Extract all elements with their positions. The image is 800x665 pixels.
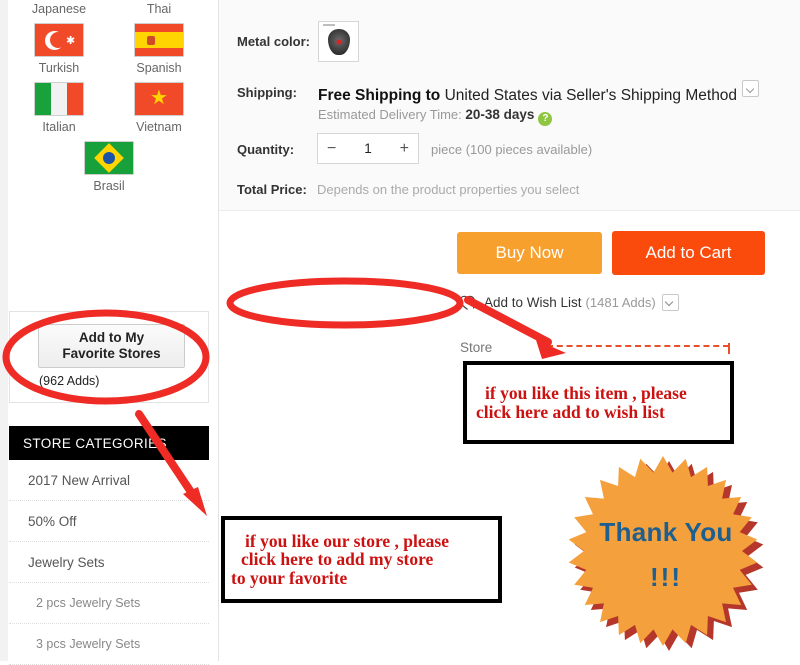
wish-list-chevron-down-icon[interactable] — [661, 294, 679, 311]
vietnam-flag-icon: ★ — [134, 82, 184, 116]
quantity-increase-button[interactable]: + — [400, 140, 409, 157]
store-note-line1: if you like our store , please — [245, 530, 450, 551]
store-categories-list: 2017 New Arrival 50% Off Jewelry Sets 2 … — [9, 460, 209, 665]
category-label: 2 pcs Jewelry Sets — [36, 596, 141, 610]
heart-plus-icon — [459, 295, 477, 310]
language-row-top-labels: Japanese Thai — [9, 0, 209, 19]
language-label: Brasil — [93, 179, 125, 193]
estimated-delivery-row: Estimated Delivery Time: 20-38 days? — [318, 107, 553, 126]
shipping-destination-text: United States via Seller's Shipping Meth… — [444, 87, 738, 104]
store-note-line3: to your favorite — [231, 567, 348, 588]
thank-you-line1: Thank You — [599, 517, 733, 547]
shipping-free-text: Free Shipping to — [318, 87, 441, 104]
store-categories-header: STORE CATEGORIES — [9, 426, 209, 460]
brasil-flag-icon — [84, 141, 134, 175]
thank-you-badge: Thank You !!! — [563, 456, 769, 654]
language-item-japanese[interactable]: Japanese — [9, 0, 109, 19]
gemstone-icon — [336, 39, 341, 44]
sidebar-item-50-off[interactable]: 50% Off — [9, 501, 209, 542]
wish-note-line2: click here add to wish list — [476, 401, 665, 422]
language-row-3: Brasil — [9, 137, 209, 196]
quantity-availability-note: piece (100 pieces available) — [431, 142, 593, 157]
page-root: Japanese Thai ✱ Turkish Spanish Italian … — [0, 0, 800, 665]
language-row-1: ✱ Turkish Spanish — [9, 19, 209, 78]
language-label: Spanish — [136, 61, 182, 75]
favorite-button-line2: Favorite Stores — [62, 346, 161, 361]
help-icon[interactable]: ? — [538, 112, 553, 126]
thank-you-line2: !!! — [650, 562, 682, 592]
store-label: Store — [460, 340, 493, 355]
sidebar-item-2-pcs-jewelry-sets[interactable]: 2 pcs Jewelry Sets — [9, 583, 209, 624]
category-label: 50% Off — [28, 513, 77, 529]
sidebar-gutter — [0, 0, 8, 661]
language-item-brasil[interactable]: Brasil — [9, 137, 209, 196]
store-note-line2: click here to add my store — [241, 549, 434, 570]
shipping-method-value: Free Shipping to United States via Selle… — [318, 80, 760, 105]
quantity-decrease-button[interactable]: − — [327, 140, 336, 157]
language-flag-panel: Japanese Thai ✱ Turkish Spanish Italian … — [9, 0, 209, 196]
eta-value: 20-38 days — [465, 107, 535, 122]
category-label: 2017 New Arrival — [28, 472, 131, 488]
language-row-2: Italian ★ Vietnam — [9, 78, 209, 137]
favorite-adds-count: (962 Adds) — [39, 374, 100, 388]
quantity-label: Quantity: — [237, 142, 295, 157]
total-price-label: Total Price: — [237, 182, 307, 197]
metal-color-label: Metal color: — [237, 34, 310, 49]
language-label: Japanese — [31, 2, 87, 16]
quantity-stepper[interactable]: − 1 + — [317, 133, 419, 164]
language-item-vietnam[interactable]: ★ Vietnam — [109, 78, 209, 137]
language-item-italian[interactable]: Italian — [9, 78, 109, 137]
quantity-input[interactable]: 1 — [364, 141, 372, 156]
total-price-value: Depends on the product properties you se… — [317, 182, 580, 197]
thank-you-text: Thank You !!! — [563, 456, 769, 654]
sidebar-item-2017-new-arrival[interactable]: 2017 New Arrival — [9, 460, 209, 501]
buy-now-button[interactable]: Buy Now — [457, 232, 602, 274]
eta-label: Estimated Delivery Time: — [318, 107, 462, 122]
language-label: Thai — [146, 2, 172, 16]
language-label: Italian — [42, 120, 76, 134]
product-properties-panel: Metal color: Shipping: Free Shipping to … — [219, 0, 800, 211]
sidebar-item-jewelry-sets[interactable]: Jewelry Sets — [9, 542, 209, 583]
italian-flag-icon — [34, 82, 84, 116]
category-label: 3 pcs Jewelry Sets — [36, 637, 141, 651]
metal-color-swatch[interactable] — [318, 21, 359, 62]
language-label: Vietnam — [136, 120, 182, 134]
wish-note-line1: if you like this item , please — [485, 383, 687, 404]
language-item-thai[interactable]: Thai — [109, 0, 209, 19]
favorite-store-box: Add to My Favorite Stores (962 Adds) — [9, 311, 209, 403]
add-to-wish-list-row[interactable]: Add to Wish List (1481 Adds) — [459, 294, 679, 311]
favorite-button-line1: Add to My — [78, 330, 145, 345]
wish-list-label: Add to Wish List — [484, 295, 582, 310]
language-item-spanish[interactable]: Spanish — [109, 19, 209, 78]
add-to-favorite-stores-button[interactable]: Add to My Favorite Stores — [38, 324, 185, 368]
shipping-label: Shipping: — [237, 85, 297, 100]
language-label: Turkish — [38, 61, 80, 75]
wish-list-count: (1481 Adds) — [585, 295, 656, 310]
store-divider — [545, 342, 730, 355]
add-to-cart-button[interactable]: Add to Cart — [612, 231, 765, 275]
store-annotation-note: if you like our store , please click her… — [221, 516, 502, 603]
sidebar-item-3-pcs-jewelry-sets[interactable]: 3 pcs Jewelry Sets — [9, 624, 209, 665]
spanish-flag-icon — [134, 23, 184, 57]
category-label: Jewelry Sets — [28, 554, 105, 570]
language-item-turkish[interactable]: ✱ Turkish — [9, 19, 109, 78]
left-sidebar: Japanese Thai ✱ Turkish Spanish Italian … — [0, 0, 219, 665]
wish-list-annotation-note: if you like this item , please click her… — [463, 361, 734, 444]
turkish-flag-icon: ✱ — [34, 23, 84, 57]
swatch-tick-icon — [323, 24, 335, 26]
chevron-down-icon[interactable] — [742, 80, 760, 97]
